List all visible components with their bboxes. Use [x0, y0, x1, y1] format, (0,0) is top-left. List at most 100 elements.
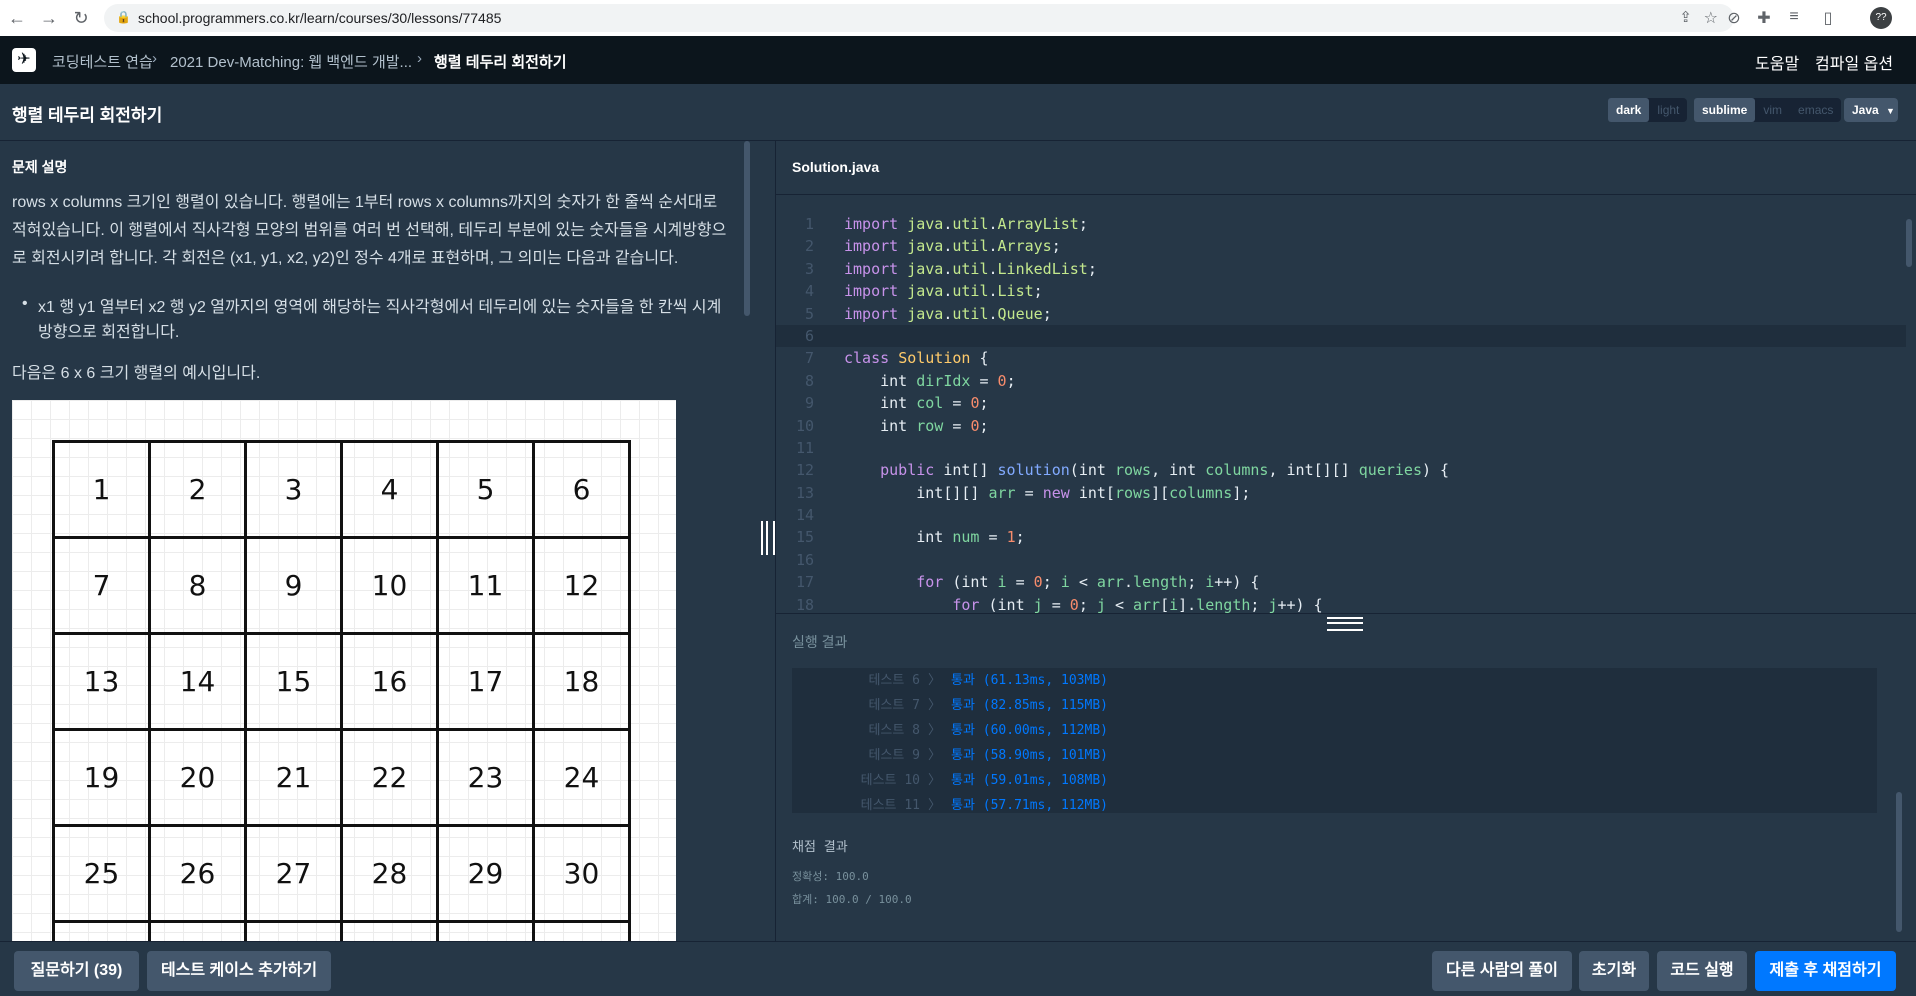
code-line: 10 int row = 0; [795, 416, 989, 435]
side-panel-icon[interactable]: ▯ [1818, 8, 1838, 28]
matrix-cell: 3 [247, 443, 343, 539]
description-scrollbar[interactable] [744, 141, 750, 316]
editor-scrollbar[interactable] [1906, 219, 1912, 267]
matrix-cell: 1 [55, 443, 151, 539]
code-line: 13 int[][] arr = new int[rows][columns]; [795, 483, 1251, 502]
matrix-cell: 5 [439, 443, 535, 539]
matrix-cell: 18 [535, 635, 631, 731]
matrix-cell [151, 923, 247, 941]
matrix-cell: 9 [247, 539, 343, 635]
code-line: 15 int num = 1; [795, 528, 1025, 547]
theme-toggle: dark light [1608, 98, 1688, 122]
matrix-cell: 15 [247, 635, 343, 731]
matrix-cell: 19 [55, 731, 151, 827]
lock-icon: 🔒 [116, 10, 131, 24]
test-result-row: 테스트 9 〉 통과 (58.90ms, 101MB) [868, 748, 1108, 763]
breadcrumb-coding-test[interactable]: 코딩테스트 연습 [52, 51, 153, 72]
keymap-sublime-option[interactable]: sublime [1694, 98, 1756, 122]
matrix-cell: 4 [343, 443, 439, 539]
programmers-logo-icon[interactable]: ✈ [12, 48, 36, 72]
result-heading: 실행 결과 [792, 634, 848, 650]
editor-header: Solution.java [776, 141, 1916, 195]
add-testcase-button[interactable]: 테스트 케이스 추가하기 [147, 951, 331, 991]
theme-light-option[interactable]: light [1649, 98, 1687, 122]
reset-button[interactable]: 초기화 [1579, 951, 1649, 991]
address-bar[interactable]: 🔒 school.programmers.co.kr/learn/courses… [104, 4, 1734, 32]
bookmark-star-icon[interactable]: ☆ [1704, 8, 1718, 28]
problem-paragraph: rows x columns 크기인 행렬이 있습니다. 행렬에는 1부터 ro… [12, 194, 727, 267]
matrix-cell [247, 923, 343, 941]
grading-total: 합계: 100.0 / 100.0 [792, 893, 912, 906]
test-result-row: 테스트 6 〉 통과 (61.13ms, 103MB) [868, 673, 1108, 688]
back-icon[interactable]: ← [6, 7, 28, 29]
matrix-cell [55, 923, 151, 941]
matrix-cell: 25 [55, 827, 151, 923]
code-line-current: 6 [776, 324, 1906, 348]
code-lines: 1 import java.util.ArrayList; 2 import jav… [776, 213, 1906, 613]
help-link[interactable]: 도움말 [1755, 50, 1799, 74]
matrix-cell: 24 [535, 731, 631, 827]
matrix-cell: 6 [535, 443, 631, 539]
matrix-grid: 1 2 3 4 5 6 7 8 9 10 11 12 13 14 15 16 17 18 19 20 21 22 23 24 2… [52, 440, 631, 941]
matrix-cell: 10 [343, 539, 439, 635]
matrix-cell: 7 [55, 539, 151, 635]
result-scrollbar[interactable] [1896, 792, 1902, 932]
code-line: 18 for (int j = 0; j < arr[i].length; j+… [795, 595, 1323, 613]
bullet-marker: • [22, 295, 28, 312]
test-result-row: 테스트 7 〉 통과 (82.85ms, 115MB) [868, 698, 1108, 713]
matrix-cell: 14 [151, 635, 247, 731]
matrix-cell: 30 [535, 827, 631, 923]
matrix-cell: 26 [151, 827, 247, 923]
top-navigation: ✈ 코딩테스트 연습 › 2021 Dev-Matching: 웹 백엔드 개발… [0, 36, 1916, 84]
matrix-cell: 17 [439, 635, 535, 731]
reload-icon[interactable]: ↻ [70, 7, 92, 29]
code-line: 3 import java.util.LinkedList; [804, 259, 1097, 278]
url-text: school.programmers.co.kr/learn/courses/3… [138, 10, 502, 26]
browser-toolbar: ← → ↻ 🔒 school.programmers.co.kr/learn/c… [0, 0, 1916, 37]
test-result-row: 테스트 11 〉 통과 (57.71ms, 112MB) [860, 798, 1108, 813]
panel-resizer[interactable] [758, 141, 776, 941]
language-select[interactable]: Java ▼ [1844, 98, 1898, 122]
grading-summary: 채점 결과 정확성: 100.0 합계: 100.0 / 100.0 [792, 836, 912, 911]
compile-options-link[interactable]: 컴파일 옵션 [1815, 50, 1893, 74]
matrix-cell: 16 [343, 635, 439, 731]
forward-icon[interactable]: → [38, 7, 60, 29]
theme-dark-option[interactable]: dark [1608, 98, 1650, 122]
matrix-cell: 29 [439, 827, 535, 923]
keymap-emacs-option[interactable]: emacs [1790, 98, 1841, 122]
problem-bullet: x1 행 y1 열부터 x2 행 y2 열까지의 영역에 해당하는 직사각형에서… [38, 299, 722, 341]
code-line: 1 import java.util.ArrayList; [804, 215, 1088, 233]
example-caption: 다음은 6 x 6 크기 행렬의 예시입니다. [12, 365, 261, 382]
code-editor[interactable]: 1 import java.util.ArrayList; 2 import jav… [776, 195, 1916, 613]
keymap-vim-option[interactable]: vim [1755, 98, 1790, 122]
section-heading: 문제 설명 [12, 159, 68, 175]
matrix-cell: 20 [151, 731, 247, 827]
extension-icon[interactable]: ⊘ [1724, 8, 1744, 28]
code-line: 12 public int[] solution(int rows, int c… [795, 461, 1450, 480]
bottom-action-bar: 질문하기 (39) 테스트 케이스 추가하기 다른 사람의 풀이 초기화 코드 … [0, 941, 1916, 996]
resize-grip-icon [761, 521, 775, 555]
code-line: 7 class Solution { [804, 349, 989, 368]
page-title: 행렬 테두리 회전하기 [12, 106, 163, 125]
matrix-cell: 8 [151, 539, 247, 635]
question-button[interactable]: 질문하기 (39) [14, 951, 139, 991]
grading-accuracy: 정확성: 100.0 [792, 870, 869, 883]
profile-avatar[interactable]: ?? [1870, 7, 1892, 29]
breadcrumb-dev-matching[interactable]: 2021 Dev-Matching: 웹 백엔드 개발... [170, 51, 412, 72]
test-results-list: 테스트 6 〉 통과 (61.13ms, 103MB) 테스트 7 〉 통과 (82.8… [792, 668, 1877, 813]
matrix-cell: 21 [247, 731, 343, 827]
matrix-cell: 2 [151, 443, 247, 539]
code-line: 4 import java.util.List; [804, 282, 1043, 301]
reading-list-icon[interactable]: ≡ [1784, 8, 1804, 26]
share-icon[interactable]: ⇪ [1679, 8, 1692, 26]
caret-down-icon: ▼ [1886, 106, 1895, 116]
problem-title-bar: 행렬 테두리 회전하기 dark light sublime vim emacs… [0, 84, 1916, 141]
matrix-cell [535, 923, 631, 941]
submit-button[interactable]: 제출 후 채점하기 [1755, 951, 1896, 991]
result-header: 실행 결과 [776, 613, 1916, 669]
other-solutions-button[interactable]: 다른 사람의 풀이 [1432, 951, 1572, 991]
run-code-button[interactable]: 코드 실행 [1657, 951, 1747, 991]
puzzle-icon[interactable]: ✚ [1754, 8, 1774, 28]
matrix-cell [343, 923, 439, 941]
problem-description-panel: 문제 설명 rows x columns 크기인 행렬이 있습니다. 행렬에는 … [0, 141, 758, 941]
